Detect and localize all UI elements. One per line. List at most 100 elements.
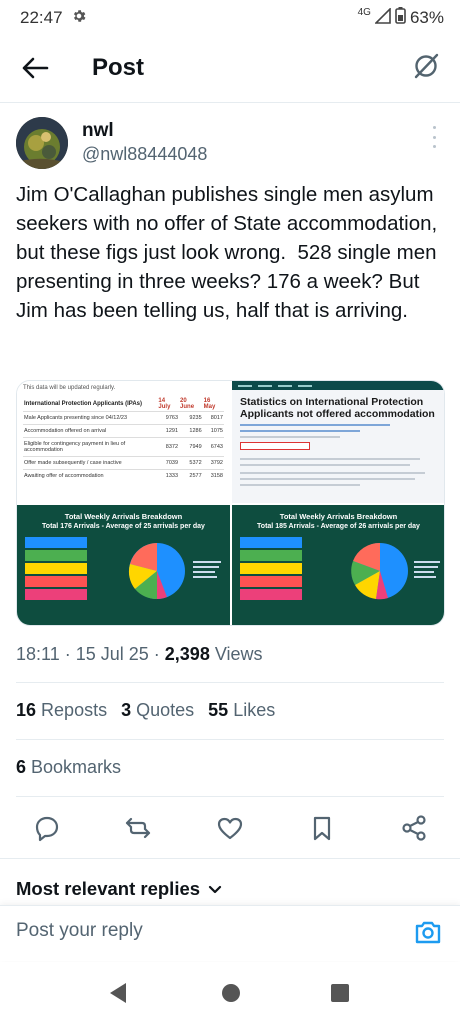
battery-icon xyxy=(395,7,406,29)
reposts-stat[interactable]: 16 Reposts xyxy=(16,700,107,721)
post-time: 18:11 xyxy=(16,644,60,664)
chart-title: Total Weekly Arrivals Breakdown xyxy=(279,512,398,521)
divider xyxy=(16,682,444,683)
reposts-count: 16 xyxy=(16,700,37,720)
table-cell: Offer made subsequently / case inactive xyxy=(23,456,158,470)
author-name[interactable]: nwl xyxy=(82,120,114,142)
top-header: Post xyxy=(0,40,460,96)
engagement-stats: 16 Reposts 3 Quotes 55 Likes xyxy=(16,700,275,721)
tweet-text: Jim O'Callaghan publishes single men asy… xyxy=(16,183,443,322)
table-cell: Male Applicants presenting since 04/12/2… xyxy=(23,411,158,425)
table-cell: 1291 xyxy=(157,424,180,438)
media-image-chart-left[interactable]: Total Weekly Arrivals Breakdown Total 17… xyxy=(17,505,230,625)
more-options-icon[interactable] xyxy=(430,126,438,148)
reply-composer: Post your reply xyxy=(0,905,460,961)
media-grid[interactable]: This data will be updated regularly. Int… xyxy=(16,380,445,626)
network-label: 4G xyxy=(357,6,371,18)
page-title: Post xyxy=(92,54,145,81)
table-cell: 6743 xyxy=(202,437,224,457)
replies-sort-label: Most relevant replies xyxy=(16,878,201,899)
action-bar xyxy=(0,810,460,846)
avatar[interactable] xyxy=(16,117,68,169)
chart-subtitle: Total 185 Arrivals - Average of 26 arriv… xyxy=(257,523,420,530)
like-heart-icon[interactable] xyxy=(216,814,244,842)
quotes-label: Quotes xyxy=(136,700,195,720)
chevron-down-icon xyxy=(208,878,222,900)
views-label: Views xyxy=(214,644,263,664)
chart-subtitle: Total 176 Arrivals - Average of 25 arriv… xyxy=(42,523,205,530)
grok-icon[interactable] xyxy=(410,50,442,82)
table-row: Awaiting offer of accommodation 1333 257… xyxy=(23,469,224,482)
table-cell: 9235 xyxy=(179,411,203,425)
table-cell: 8017 xyxy=(202,411,224,425)
bookmarks-stat[interactable]: 6 Bookmarks xyxy=(16,757,121,778)
table-cell: Awaiting offer of accommodation xyxy=(23,469,158,482)
nav-home-icon[interactable] xyxy=(220,982,242,1009)
status-bar: 22:47 4G 63% xyxy=(0,0,460,36)
web-page-title: Statistics on International Protection A… xyxy=(240,396,435,420)
table-cell: 1286 xyxy=(179,424,203,438)
bookmarks-count: 6 xyxy=(16,757,27,777)
battery-level: 63% xyxy=(409,8,444,27)
table-cell: 7039 xyxy=(157,456,180,470)
nav-back-icon[interactable] xyxy=(108,982,128,1009)
system-nav-bar xyxy=(0,962,460,1024)
likes-label: Likes xyxy=(233,700,276,720)
post-meta: 18:11 · 15 Jul 25 · 2,398 Views xyxy=(16,644,263,664)
bookmarks-label: Bookmarks xyxy=(31,757,122,777)
replies-sort-dropdown[interactable]: Most relevant replies xyxy=(16,878,222,900)
quotes-stat[interactable]: 3 Quotes xyxy=(121,700,194,721)
settings-gear-icon xyxy=(71,8,87,29)
applicants-table: International Protection Applicants (IPA… xyxy=(23,397,224,482)
author-handle[interactable]: @nwl88444048 xyxy=(82,144,207,165)
arrivals-pie-graphic xyxy=(25,537,221,600)
table-row: Accommodation offered on arrival 1291 12… xyxy=(23,424,224,438)
media-image-webpage[interactable]: Statistics on International Protection A… xyxy=(232,381,444,503)
divider xyxy=(16,796,444,797)
status-time: 22:47 xyxy=(20,8,63,27)
table-cell: 5372 xyxy=(179,456,203,470)
signal-icon xyxy=(374,6,391,29)
likes-count: 55 xyxy=(208,700,229,720)
table-row: Offer made subsequently / case inactive … xyxy=(23,456,224,470)
nav-recents-icon[interactable] xyxy=(330,982,350,1009)
post-date: 15 Jul 25 xyxy=(75,644,149,664)
reply-icon[interactable] xyxy=(33,814,61,842)
table-cell: 9763 xyxy=(157,411,180,425)
table-cell: 7949 xyxy=(179,437,203,457)
share-icon[interactable] xyxy=(400,814,428,842)
table-cell: 3158 xyxy=(202,469,224,482)
table-row: Male Applicants presenting since 04/12/2… xyxy=(23,411,224,425)
table-header: International Protection Applicants (IPA… xyxy=(24,401,143,407)
table-note: This data will be updated regularly. xyxy=(23,385,116,391)
media-image-table[interactable]: This data will be updated regularly. Int… xyxy=(17,381,230,503)
repost-icon[interactable] xyxy=(124,814,152,842)
chart-title: Total Weekly Arrivals Breakdown xyxy=(64,512,183,521)
bookmark-icon[interactable] xyxy=(308,814,336,842)
web-navbar xyxy=(232,381,444,390)
media-image-chart-right[interactable]: Total Weekly Arrivals Breakdown Total 18… xyxy=(232,505,444,625)
highlight-box xyxy=(240,442,310,450)
table-cell: 3792 xyxy=(202,456,224,470)
divider xyxy=(0,858,460,859)
header-divider xyxy=(0,102,460,103)
divider xyxy=(16,739,444,740)
table-header: 20 June xyxy=(180,398,195,410)
reply-input[interactable]: Post your reply xyxy=(16,920,143,942)
camera-icon[interactable] xyxy=(414,918,442,946)
table-cell: Eligible for contingency payment in lieu… xyxy=(23,437,158,457)
quotes-count: 3 xyxy=(121,700,132,720)
arrivals-pie-graphic xyxy=(240,537,440,600)
table-cell: 1333 xyxy=(157,469,180,482)
table-header: 14 July xyxy=(158,398,171,410)
reposts-label: Reposts xyxy=(41,700,108,720)
table-cell: 8372 xyxy=(157,437,180,457)
views-count: 2,398 xyxy=(164,644,210,664)
table-cell: Accommodation offered on arrival xyxy=(23,424,158,438)
table-header: 16 May xyxy=(203,398,216,410)
table-cell: 1075 xyxy=(202,424,224,438)
likes-stat[interactable]: 55 Likes xyxy=(208,700,275,721)
back-arrow-icon[interactable] xyxy=(20,54,50,82)
table-row: Eligible for contingency payment in lieu… xyxy=(23,437,224,457)
table-cell: 2577 xyxy=(179,469,203,482)
